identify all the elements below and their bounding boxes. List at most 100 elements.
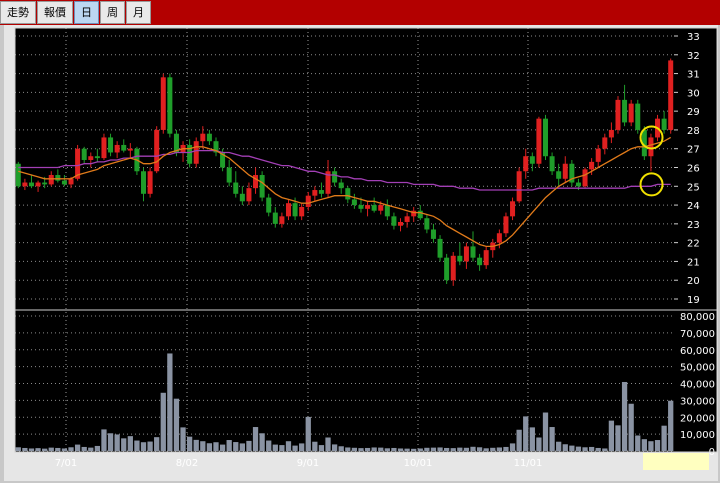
candle-body (608, 129, 614, 138)
volume-bar (648, 441, 654, 451)
candle-body (437, 238, 443, 258)
candle-body (345, 188, 351, 200)
candle-body (121, 144, 127, 151)
candle-body (417, 210, 423, 219)
candle-body (595, 148, 601, 162)
volume-bar (490, 447, 496, 451)
candle-body (61, 180, 67, 185)
candle-body (35, 182, 41, 187)
candle-body (226, 167, 232, 183)
candle-body (575, 182, 581, 187)
volume-bar (68, 447, 74, 451)
volume-bar (417, 448, 423, 451)
price-tick-label: 24 (687, 201, 700, 212)
volume-bar (180, 427, 186, 451)
volume-tick-label: 30,000 (680, 396, 715, 407)
candle-body (167, 77, 173, 134)
volume-bar (266, 440, 272, 451)
candle-body (147, 171, 153, 194)
price-tick-label: 23 (687, 220, 700, 231)
date-tick-label: 7/01 (55, 458, 77, 469)
candle-body (635, 103, 641, 130)
volume-bar (635, 435, 641, 451)
volume-bar (318, 445, 325, 451)
volume-tick-label: 20,000 (680, 413, 715, 424)
volume-bar (259, 433, 265, 451)
volume-bar (35, 448, 41, 451)
volume-bar (61, 448, 68, 451)
candle-body (648, 137, 654, 157)
volume-bar (496, 447, 503, 451)
volume-bar (338, 446, 344, 451)
stock-chart[interactable]: 192021222324252627282930313233 010,00020… (0, 0, 720, 483)
price-tick-label: 31 (687, 70, 700, 81)
candle-body (332, 171, 338, 183)
candle-body (114, 144, 120, 153)
candle-body (233, 182, 239, 194)
candle-body (661, 118, 667, 130)
volume-bar (331, 444, 338, 451)
volume-bar (74, 444, 81, 451)
volume-bar (575, 446, 582, 451)
volume-bar (351, 447, 358, 451)
candle-body (127, 148, 133, 151)
volume-bar (470, 446, 476, 451)
volume-bar (121, 438, 127, 451)
volume-tick-label: 80,000 (680, 312, 715, 323)
candle-body (523, 156, 529, 172)
volume-bar (239, 443, 245, 451)
candle-body (108, 137, 114, 153)
volume-bar (582, 447, 588, 451)
volume-bar (411, 448, 417, 451)
volume-bar (299, 443, 305, 451)
candle-body (668, 60, 674, 130)
candle-body (444, 257, 450, 281)
candle-body (358, 205, 364, 209)
candle-body (272, 212, 278, 224)
candle-body (292, 203, 298, 217)
volume-bar (285, 441, 292, 451)
candle-body (477, 257, 483, 266)
volume-tick-label: 40,000 (680, 380, 715, 391)
volume-bar (15, 447, 21, 451)
date-tick-label: 8/02 (176, 458, 198, 469)
volume-bar (147, 441, 153, 451)
candle-body (371, 205, 377, 211)
date-axis: 7/01 8/02 9/01 10/01 11/01 (55, 458, 543, 469)
volume-bar (371, 447, 377, 451)
candle-body (516, 171, 522, 202)
price-tick-label: 21 (687, 257, 700, 268)
candle-body (556, 171, 562, 179)
candle-body (279, 216, 285, 224)
date-tick-label: 10/01 (404, 458, 433, 469)
volume-bar (549, 427, 555, 451)
volume-bar (292, 445, 298, 451)
chart-background (15, 28, 717, 452)
candle-body (42, 182, 48, 185)
volume-bar (641, 439, 647, 451)
candle-body (305, 195, 311, 207)
candle-body (549, 156, 555, 172)
candle-body (338, 182, 344, 189)
volume-bar (107, 433, 114, 451)
volume-bar (364, 447, 371, 451)
candle-body (55, 175, 61, 181)
candle-body (529, 156, 535, 164)
candle-body (536, 118, 542, 164)
price-tick-label: 27 (687, 145, 700, 156)
date-tick-label: 11/01 (514, 458, 543, 469)
candle-body (628, 103, 634, 123)
price-tick-label: 29 (687, 107, 700, 118)
volume-bar (397, 448, 404, 451)
candle-body (200, 133, 206, 142)
volume-tick-label: 70,000 (680, 329, 715, 340)
volume-bar (226, 440, 232, 451)
candle-body (351, 199, 357, 206)
candle-body (239, 193, 245, 202)
volume-bar (154, 437, 160, 451)
candle-body (510, 201, 516, 217)
volume-bar (186, 436, 193, 451)
volume-bar (542, 412, 549, 451)
volume-bar (384, 448, 390, 451)
volume-bar (358, 448, 364, 451)
